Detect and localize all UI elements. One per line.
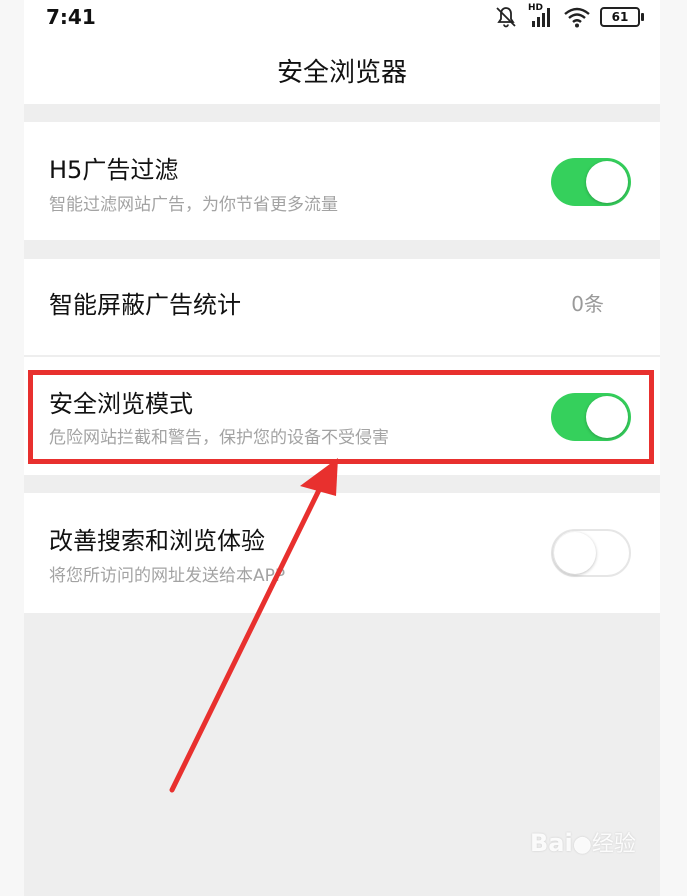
- annotation-arrow: [169, 458, 338, 793]
- watermark: Bai●经验: [530, 826, 636, 858]
- watermark-brand-cn: 经验: [591, 832, 636, 857]
- watermark-brand: Bai: [530, 829, 573, 857]
- paw-icon: ●: [572, 832, 592, 857]
